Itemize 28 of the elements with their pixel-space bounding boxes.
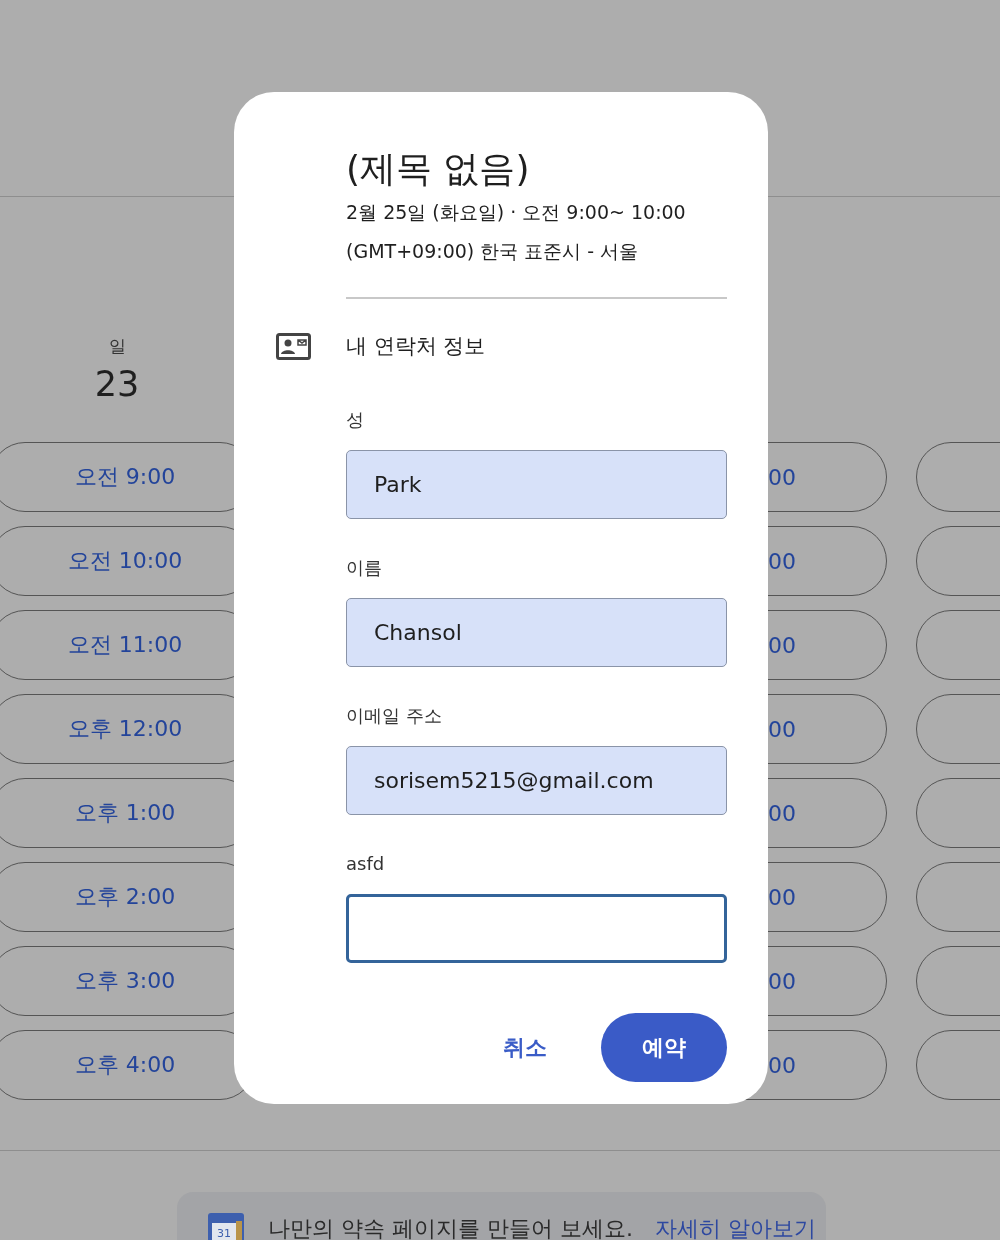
time-slot[interactable] [916, 694, 1000, 764]
time-slot[interactable] [916, 862, 1000, 932]
book-button[interactable]: 예약 [601, 1013, 727, 1082]
learn-more-link[interactable]: 자세히 알아보기 [654, 1212, 816, 1240]
field-label: asfd [346, 852, 386, 876]
time-slot[interactable] [916, 946, 1000, 1016]
input-field[interactable]: Chansol [346, 598, 727, 667]
input-field[interactable] [346, 894, 727, 963]
input-field[interactable]: sorisem5215@gmail.com [346, 746, 727, 815]
time-slot[interactable] [916, 1030, 1000, 1100]
time-slot[interactable] [916, 526, 1000, 596]
calendar-icon: 31 [208, 1213, 244, 1240]
weekday-label: 일 [108, 335, 126, 358]
event-timezone: (GMT+09:00) 한국 표준시 - 서울 [346, 239, 640, 264]
dialog-title: (제목 없음) [346, 147, 531, 191]
input-field[interactable]: Park [346, 450, 727, 519]
time-slot[interactable] [916, 610, 1000, 680]
time-slot[interactable] [916, 442, 1000, 512]
section-heading: 내 연락처 정보 [346, 333, 486, 360]
field-label: 이메일 주소 [346, 704, 443, 728]
field-label: 이름 [346, 556, 383, 580]
field-label: 성 [346, 408, 365, 432]
cancel-button[interactable]: 취소 [493, 1024, 557, 1071]
contact-card-icon [276, 332, 311, 360]
date-number: 23 [94, 363, 140, 406]
event-date: 2월 25일 (화요일) · 오전 9:00~ 10:00 [346, 200, 687, 225]
promo-text: 나만의 약속 페이지를 만들어 보세요. [268, 1215, 633, 1240]
time-slot[interactable] [916, 778, 1000, 848]
